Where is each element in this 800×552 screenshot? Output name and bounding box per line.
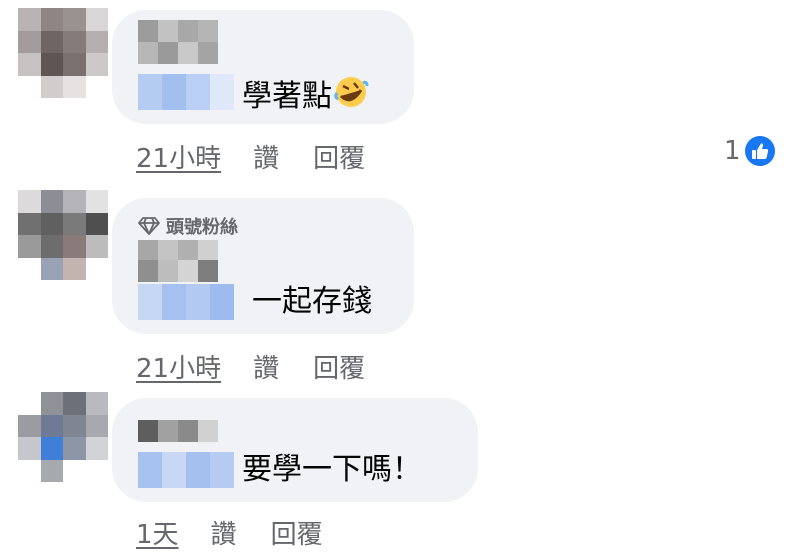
comment-text: 學著點 (242, 74, 370, 119)
comment-actions: 21小時 讚 回覆 (136, 138, 365, 175)
like-button[interactable]: 讚 (253, 138, 279, 175)
commenter-name[interactable] (138, 240, 218, 262)
comment-text-content: 要學一下嗎！ (242, 452, 422, 487)
mention-tag[interactable] (138, 74, 234, 110)
avatar[interactable] (18, 392, 108, 482)
commenter-name-line2 (138, 260, 218, 282)
badge-label: 頭號粉絲 (166, 217, 238, 238)
top-fan-badge: 頭號粉絲 (138, 213, 238, 239)
mention-tag[interactable] (138, 452, 234, 488)
commenter-name-line2 (138, 42, 218, 64)
comment-text: 要學一下嗎！ (242, 452, 422, 488)
reply-button[interactable]: 回覆 (313, 348, 365, 385)
comment-actions: 21小時 讚 回覆 (136, 348, 365, 385)
comment-text-content: 學著點 (242, 79, 332, 114)
avatar[interactable] (18, 8, 108, 98)
comment-actions: 1天 讚 回覆 (136, 514, 323, 551)
avatar[interactable] (18, 190, 108, 280)
thumbs-up-icon (744, 136, 775, 166)
timestamp-link[interactable]: 21小時 (136, 348, 221, 385)
commenter-name[interactable] (138, 20, 218, 42)
reaction-count: 1 (724, 136, 741, 166)
comment-text-content: 一起存錢 (252, 284, 372, 319)
commenter-name[interactable] (138, 420, 218, 442)
diamond-icon (138, 217, 160, 235)
comment-text: 一起存錢 (252, 284, 372, 320)
reaction-summary[interactable]: 1 (724, 136, 775, 166)
rolling-on-floor-laughing-emoji (332, 74, 370, 119)
like-button[interactable]: 讚 (253, 348, 279, 385)
like-button[interactable]: 讚 (211, 514, 237, 551)
timestamp-link[interactable]: 21小時 (136, 138, 221, 175)
timestamp-link[interactable]: 1天 (136, 514, 179, 551)
reply-button[interactable]: 回覆 (271, 514, 323, 551)
mention-tag[interactable] (138, 284, 234, 320)
reply-button[interactable]: 回覆 (313, 138, 365, 175)
